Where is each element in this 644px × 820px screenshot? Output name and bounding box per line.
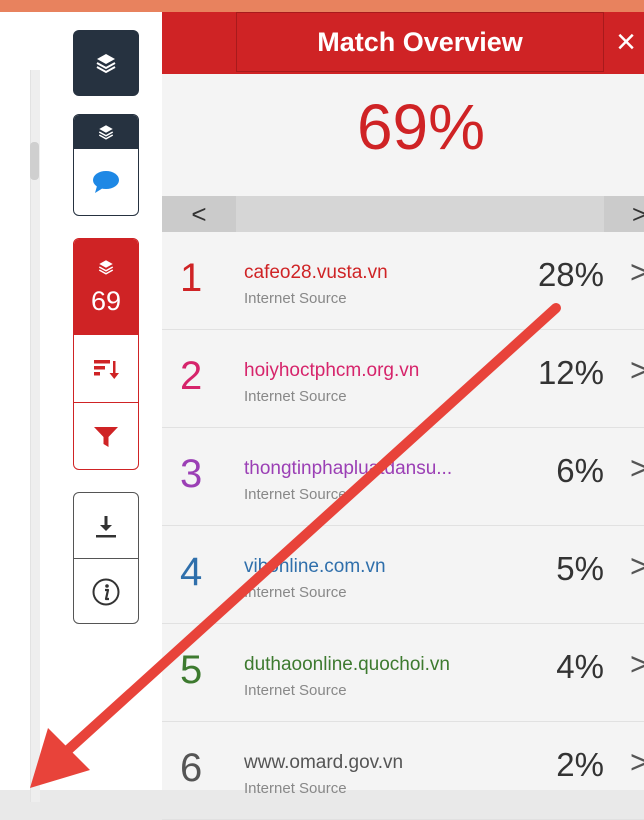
source-name[interactable]: duthaoonline.quochoi.vn (244, 654, 450, 676)
filter-button[interactable] (74, 402, 138, 469)
source-row-4[interactable]: 4 vibonline.com.vn Internet Source 5% > (162, 526, 644, 624)
chevron-right-icon[interactable]: > (630, 744, 644, 781)
source-percent: 2% (556, 746, 604, 783)
sort-button[interactable] (74, 335, 138, 402)
overall-similarity-percent: 69% (356, 91, 486, 163)
source-pager: < > (162, 196, 644, 232)
source-row-3[interactable]: 3 thongtinphapluatdansu... Internet Sour… (162, 428, 644, 526)
source-type: Internet Source (244, 584, 347, 601)
comment-icon (93, 171, 119, 193)
download-icon (96, 515, 116, 537)
comment-button[interactable] (74, 149, 138, 215)
source-percent: 5% (556, 550, 604, 587)
source-row-6[interactable]: 6 www.omard.gov.vn Internet Source 2% > (162, 722, 644, 820)
source-percent: 6% (556, 452, 604, 489)
panel-title: Match Overview (236, 12, 604, 72)
source-type: Internet Source (244, 780, 347, 797)
match-overview-panel: Match Overview × 69% < > 1 cafeo28.vusta… (162, 12, 644, 820)
layers-icon (96, 54, 116, 74)
chevron-right-icon[interactable]: > (630, 548, 644, 585)
source-name[interactable]: vibonline.com.vn (244, 556, 386, 578)
close-icon[interactable]: × (608, 12, 644, 72)
side-toolbar: 69 (58, 12, 162, 790)
sort-icon (94, 359, 119, 379)
previous-page-button[interactable]: < (162, 196, 236, 232)
panel-header: Match Overview × (162, 12, 644, 74)
source-rank: 1 (180, 256, 203, 300)
source-type: Internet Source (244, 682, 347, 699)
match-group[interactable]: 69 (73, 238, 139, 470)
download-button[interactable] (74, 493, 138, 558)
info-button[interactable] (74, 558, 138, 623)
source-percent: 28% (537, 256, 604, 293)
feedback-group[interactable] (73, 114, 139, 216)
source-percent: 4% (556, 648, 604, 685)
source-percent: 12% (537, 354, 604, 391)
match-overview-button[interactable]: 69 (74, 239, 138, 335)
layers-icon (98, 125, 114, 140)
source-row-5[interactable]: 5 duthaoonline.quochoi.vn Internet Sourc… (162, 624, 644, 722)
source-rank: 2 (180, 354, 203, 398)
chevron-right-icon[interactable]: > (630, 254, 644, 291)
layers-button[interactable] (73, 30, 139, 96)
source-name[interactable]: cafeo28.vusta.vn (244, 262, 388, 284)
chevron-right-icon[interactable]: > (630, 352, 644, 389)
filter-icon (94, 426, 118, 447)
source-row-2[interactable]: 2 hoiyhoctphcm.org.vn Internet Source 12… (162, 330, 644, 428)
top-strip (0, 0, 644, 12)
source-list: 1 cafeo28.vusta.vn Internet Source 28% >… (162, 232, 644, 820)
match-count: 69 (90, 285, 122, 316)
source-rank: 6 (180, 746, 203, 790)
source-type: Internet Source (244, 388, 347, 405)
source-row-1[interactable]: 1 cafeo28.vusta.vn Internet Source 28% > (162, 232, 644, 330)
document-pane (0, 12, 58, 802)
source-name[interactable]: thongtinphapluatdansu... (244, 458, 452, 480)
chevron-right-icon[interactable]: > (630, 450, 644, 487)
next-page-button[interactable]: > (604, 196, 644, 232)
chevron-right-icon[interactable]: > (630, 646, 644, 683)
source-rank: 5 (180, 648, 203, 692)
layers-icon (98, 259, 114, 275)
source-type: Internet Source (244, 486, 347, 503)
source-name[interactable]: www.omard.gov.vn (244, 752, 403, 774)
utility-group (73, 492, 139, 624)
source-rank: 4 (180, 550, 203, 594)
source-type: Internet Source (244, 290, 347, 307)
feedback-layer-header[interactable] (74, 115, 138, 149)
info-icon (92, 578, 120, 605)
document-scroll-thumb[interactable] (30, 142, 39, 180)
source-rank: 3 (180, 452, 203, 496)
source-name[interactable]: hoiyhoctphcm.org.vn (244, 360, 419, 382)
